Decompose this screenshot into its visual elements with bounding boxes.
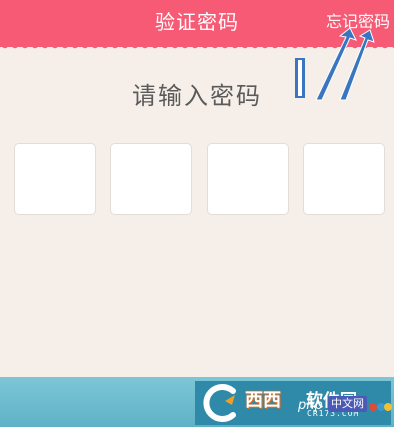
brand-name: 西西 bbox=[245, 390, 281, 411]
watermark-cn: 中文网 bbox=[328, 396, 367, 412]
pin-box-3[interactable] bbox=[207, 143, 289, 215]
watermark-php: php bbox=[298, 398, 323, 413]
pin-box-2[interactable] bbox=[110, 143, 192, 215]
password-prompt: 请输入密码 bbox=[132, 82, 262, 110]
brand-logo-icon bbox=[203, 384, 236, 422]
watermark-icon bbox=[369, 403, 392, 411]
pin-input-group bbox=[0, 143, 394, 215]
pin-box-4[interactable] bbox=[303, 143, 385, 215]
pin-box-1[interactable] bbox=[14, 143, 96, 215]
